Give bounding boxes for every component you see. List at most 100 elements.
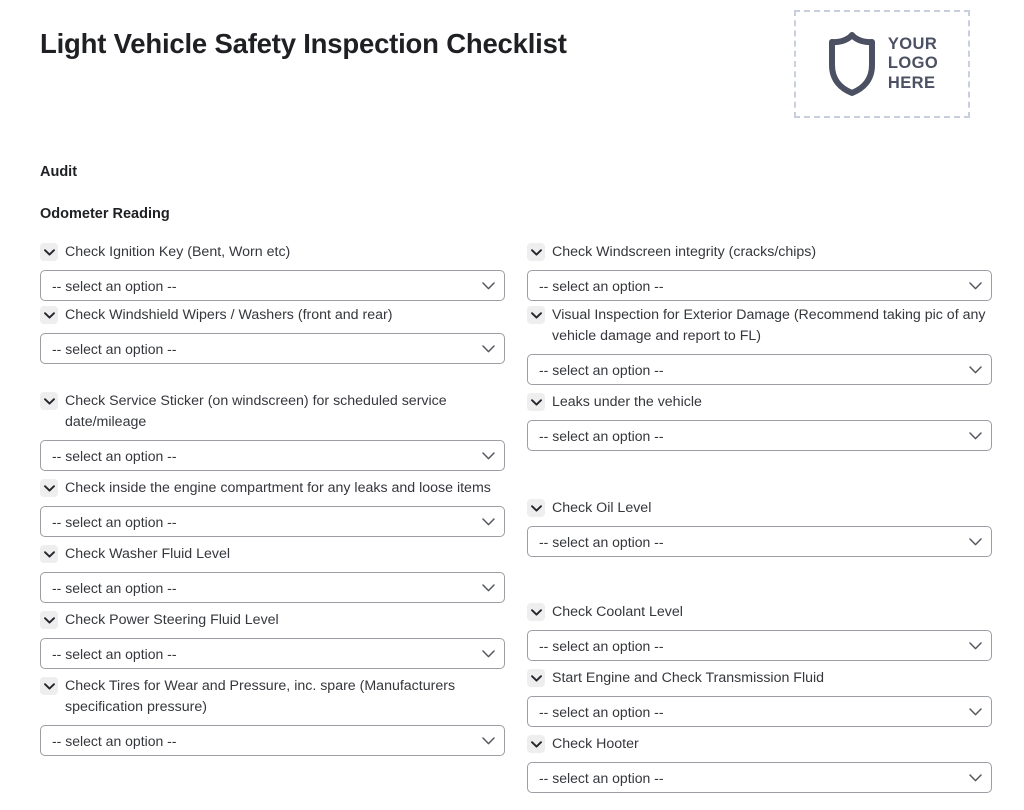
chevron-down-icon[interactable] bbox=[482, 277, 495, 295]
checklist-item: Check Power Steering Fluid Level -- selec… bbox=[40, 606, 505, 669]
chevron-down-icon[interactable] bbox=[482, 513, 495, 531]
question-row[interactable]: Start Engine and Check Transmission Flui… bbox=[527, 664, 992, 689]
question-row[interactable]: Leaks under the vehicle bbox=[527, 388, 992, 413]
answer-select-value: -- select an option -- bbox=[539, 637, 664, 654]
chevron-down-icon[interactable] bbox=[969, 533, 982, 551]
answer-select[interactable]: -- select an option -- bbox=[527, 526, 992, 557]
shield-icon bbox=[828, 32, 875, 96]
checklist-column-left: Check Ignition Key (Bent, Worn etc) -- se… bbox=[40, 238, 505, 793]
answer-select-value: -- select an option -- bbox=[539, 277, 664, 294]
answer-select[interactable]: -- select an option -- bbox=[40, 638, 505, 669]
answer-select-value: -- select an option -- bbox=[539, 533, 664, 550]
question-row[interactable]: Check Power Steering Fluid Level bbox=[40, 606, 505, 631]
chevron-down-icon[interactable] bbox=[527, 669, 545, 687]
answer-select[interactable]: -- select an option -- bbox=[40, 725, 505, 756]
answer-select-value: -- select an option -- bbox=[539, 427, 664, 444]
question-label: Check Service Sticker (on windscreen) fo… bbox=[65, 393, 447, 430]
question-label: Check Oil Level bbox=[552, 500, 652, 516]
checklist-item: Check Tires for Wear and Pressure, inc. … bbox=[40, 672, 505, 756]
question-label: Start Engine and Check Transmission Flui… bbox=[552, 670, 825, 686]
chevron-down-icon[interactable] bbox=[969, 361, 982, 379]
answer-select[interactable]: -- select an option -- bbox=[527, 420, 992, 451]
question-label: Check inside the engine compartment for … bbox=[65, 480, 491, 496]
logo-line-2: LOGO bbox=[887, 54, 939, 73]
chevron-down-icon[interactable] bbox=[40, 306, 58, 324]
question-row[interactable]: Check Coolant Level bbox=[527, 598, 992, 623]
chevron-down-icon[interactable] bbox=[527, 603, 545, 621]
answer-select-value: -- select an option -- bbox=[539, 769, 664, 786]
checklist-item: Check Ignition Key (Bent, Worn etc) -- se… bbox=[40, 238, 505, 301]
checklist-item: Start Engine and Check Transmission Flui… bbox=[527, 664, 992, 727]
logo-placeholder: YOUR LOGO HERE bbox=[794, 10, 970, 118]
chevron-down-icon[interactable] bbox=[482, 732, 495, 750]
chevron-down-icon[interactable] bbox=[482, 447, 495, 465]
question-row[interactable]: Check inside the engine compartment for … bbox=[40, 474, 505, 499]
chevron-down-icon[interactable] bbox=[527, 243, 545, 261]
answer-select[interactable]: -- select an option -- bbox=[527, 762, 992, 793]
answer-select-value: -- select an option -- bbox=[52, 579, 177, 596]
question-row[interactable]: Check Oil Level bbox=[527, 494, 992, 519]
chevron-down-icon[interactable] bbox=[482, 579, 495, 597]
answer-select-value: -- select an option -- bbox=[52, 645, 177, 662]
chevron-down-icon[interactable] bbox=[527, 306, 545, 324]
logo-line-3: HERE bbox=[887, 73, 936, 92]
chevron-down-icon[interactable] bbox=[40, 392, 58, 410]
question-label: Check Windscreen integrity (cracks/chips… bbox=[552, 244, 817, 260]
checklist-page: Light Vehicle Safety Inspection Checklis… bbox=[0, 0, 1024, 810]
checklist-columns: Check Ignition Key (Bent, Worn etc) -- se… bbox=[40, 238, 992, 793]
question-row[interactable]: Check Hooter bbox=[527, 730, 992, 755]
chevron-down-icon[interactable] bbox=[40, 677, 58, 695]
chevron-down-icon[interactable] bbox=[40, 611, 58, 629]
checklist-item: Check Windshield Wipers / Washers (front… bbox=[40, 301, 505, 364]
answer-select[interactable]: -- select an option -- bbox=[527, 630, 992, 661]
answer-select-value: -- select an option -- bbox=[52, 277, 177, 294]
section-heading-audit: Audit bbox=[40, 164, 78, 180]
chevron-down-icon[interactable] bbox=[969, 427, 982, 445]
checklist-item: Check Service Sticker (on windscreen) fo… bbox=[40, 387, 505, 471]
chevron-down-icon[interactable] bbox=[969, 769, 982, 787]
question-row[interactable]: Check Ignition Key (Bent, Worn etc) bbox=[40, 238, 505, 263]
chevron-down-icon[interactable] bbox=[40, 545, 58, 563]
answer-select[interactable]: -- select an option -- bbox=[40, 440, 505, 471]
question-label: Check Power Steering Fluid Level bbox=[65, 612, 279, 628]
question-label: Check Washer Fluid Level bbox=[65, 546, 231, 562]
chevron-down-icon[interactable] bbox=[969, 703, 982, 721]
chevron-down-icon[interactable] bbox=[40, 479, 58, 497]
chevron-down-icon[interactable] bbox=[482, 645, 495, 663]
chevron-down-icon[interactable] bbox=[969, 637, 982, 655]
answer-select-value: -- select an option -- bbox=[52, 447, 177, 464]
question-row[interactable]: Check Tires for Wear and Pressure, inc. … bbox=[40, 672, 505, 718]
question-row[interactable]: Check Service Sticker (on windscreen) fo… bbox=[40, 387, 505, 433]
answer-select[interactable]: -- select an option -- bbox=[527, 270, 992, 301]
answer-select[interactable]: -- select an option -- bbox=[40, 270, 505, 301]
checklist-item: Check inside the engine compartment for … bbox=[40, 474, 505, 537]
question-row[interactable]: Check Windscreen integrity (cracks/chips… bbox=[527, 238, 992, 263]
chevron-down-icon[interactable] bbox=[40, 243, 58, 261]
answer-select[interactable]: -- select an option -- bbox=[40, 506, 505, 537]
answer-select[interactable]: -- select an option -- bbox=[527, 354, 992, 385]
question-row[interactable]: Check Windshield Wipers / Washers (front… bbox=[40, 301, 505, 326]
answer-select[interactable]: -- select an option -- bbox=[40, 572, 505, 603]
checklist-item: Check Hooter -- select an option -- bbox=[527, 730, 992, 793]
page-header: Light Vehicle Safety Inspection Checklis… bbox=[40, 0, 984, 150]
checklist-item: Leaks under the vehicle -- select an opti… bbox=[527, 388, 992, 451]
question-label: Check Coolant Level bbox=[552, 604, 683, 620]
checklist-column-right: Check Windscreen integrity (cracks/chips… bbox=[527, 238, 992, 793]
question-label: Check Hooter bbox=[552, 736, 639, 752]
chevron-down-icon[interactable] bbox=[482, 340, 495, 358]
chevron-down-icon[interactable] bbox=[527, 499, 545, 517]
question-row[interactable]: Visual Inspection for Exterior Damage (R… bbox=[527, 301, 992, 347]
chevron-down-icon[interactable] bbox=[527, 393, 545, 411]
question-row[interactable]: Check Washer Fluid Level bbox=[40, 540, 505, 565]
checklist-item: Check Washer Fluid Level -- select an opt… bbox=[40, 540, 505, 603]
checklist-item: Visual Inspection for Exterior Damage (R… bbox=[527, 301, 992, 385]
logo-line-1: YOUR bbox=[887, 34, 938, 53]
section-heading-odometer: Odometer Reading bbox=[40, 206, 170, 222]
answer-select[interactable]: -- select an option -- bbox=[40, 333, 505, 364]
answer-select[interactable]: -- select an option -- bbox=[527, 696, 992, 727]
question-label: Check Ignition Key (Bent, Worn etc) bbox=[65, 244, 291, 260]
question-label: Check Windshield Wipers / Washers (front… bbox=[65, 307, 393, 323]
chevron-down-icon[interactable] bbox=[527, 735, 545, 753]
answer-select-value: -- select an option -- bbox=[539, 361, 664, 378]
chevron-down-icon[interactable] bbox=[969, 277, 982, 295]
